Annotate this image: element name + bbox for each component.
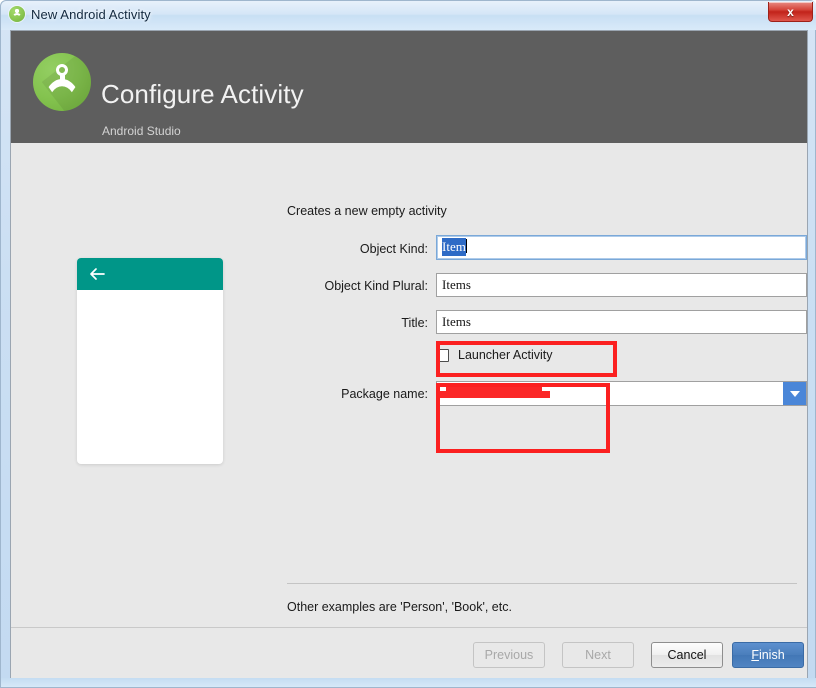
android-studio-logo-icon (33, 53, 91, 111)
chevron-down-icon[interactable] (783, 382, 806, 405)
window-bottom-edge (1, 678, 816, 687)
title-bar[interactable]: New Android Activity x (1, 1, 816, 30)
launcher-activity-label: Launcher Activity (458, 348, 553, 362)
android-icon (9, 6, 25, 22)
cancel-button[interactable]: Cancel (651, 642, 723, 668)
close-button[interactable]: x (768, 2, 813, 22)
finish-label-rest: inish (759, 648, 785, 662)
window-title: New Android Activity (31, 7, 151, 22)
wizard-header-banner: Configure Activity Android Studio (11, 31, 807, 143)
title-label: Title: (216, 316, 428, 330)
title-input[interactable]: Items (436, 310, 807, 334)
dialog-window: New Android Activity x Configure Activit… (0, 0, 816, 688)
launcher-activity-checkbox[interactable]: Launcher Activity (436, 348, 553, 362)
dialog-button-bar: Previous Next Cancel Finish (11, 627, 807, 680)
checkbox-box-icon (436, 349, 449, 362)
form-description: Creates a new empty activity (287, 204, 447, 218)
divider (287, 583, 797, 584)
wizard-body: Creates a new empty activity Object Kind… (11, 143, 807, 627)
page-subtitle: Android Studio (102, 124, 181, 138)
back-arrow-icon (89, 267, 105, 281)
previous-button[interactable]: Previous (473, 642, 545, 668)
finish-button[interactable]: Finish (732, 642, 804, 668)
package-name-redaction-2 (440, 391, 550, 398)
form-hint: Other examples are 'Person', 'Book', etc… (287, 600, 512, 614)
object-kind-plural-label: Object Kind Plural: (216, 279, 428, 293)
text-caret (466, 239, 467, 253)
close-icon: x (787, 6, 794, 18)
page-title: Configure Activity (101, 79, 304, 110)
object-kind-input[interactable]: Item (436, 235, 807, 260)
object-kind-value: Item (442, 238, 466, 256)
next-button[interactable]: Next (562, 642, 634, 668)
finish-mnemonic: F (751, 648, 759, 662)
dialog-content: Configure Activity Android Studio Create… (10, 30, 808, 680)
object-kind-plural-input[interactable]: Items (436, 273, 807, 297)
activity-preview-thumbnail (77, 258, 223, 464)
package-name-label: Package name: (216, 387, 428, 401)
object-kind-label: Object Kind: (216, 242, 428, 256)
